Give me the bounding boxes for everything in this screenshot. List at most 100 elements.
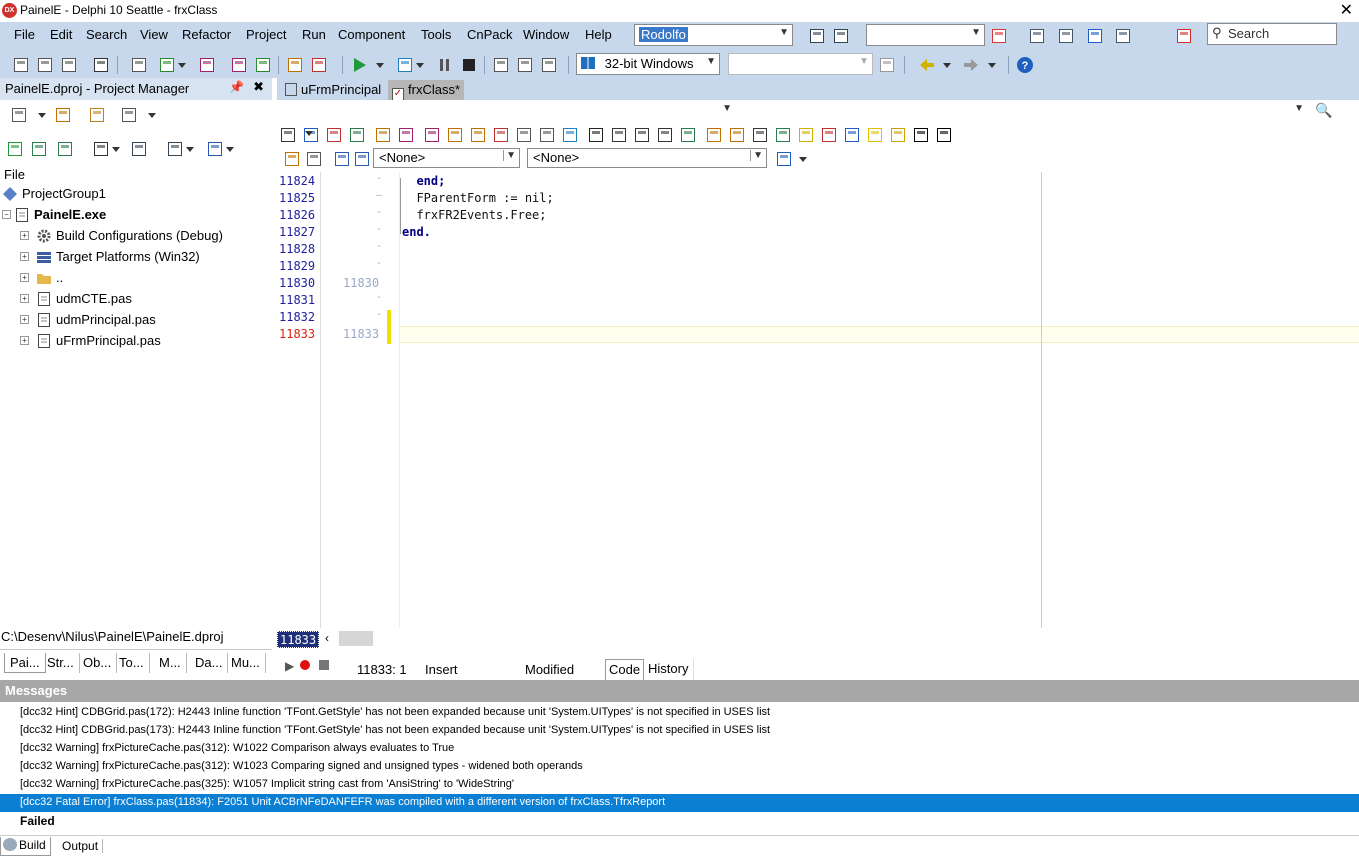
chevron-down-icon[interactable] (186, 140, 194, 158)
help-bubble-icon[interactable] (1086, 27, 1104, 45)
expand-toggle[interactable]: + (20, 315, 29, 324)
new-icon[interactable] (12, 56, 30, 74)
form-toolbar-combo[interactable]: ▼ (277, 102, 735, 120)
add-unit-icon[interactable] (158, 56, 176, 74)
tree-item[interactable]: + Target Platforms (Win32) (0, 247, 272, 268)
dx-icon[interactable] (1175, 27, 1193, 45)
run-without-debug-icon[interactable] (396, 56, 414, 74)
tab-build[interactable]: Build (0, 837, 51, 856)
save-all-icon[interactable] (60, 56, 78, 74)
expand-toggle[interactable]: + (20, 231, 29, 240)
reload-icon[interactable] (878, 56, 896, 74)
play-macro-icon[interactable]: ▶ (285, 659, 294, 673)
tab-frxclass[interactable]: ✓ frxClass* (388, 80, 465, 101)
menu-item-file[interactable]: File (14, 27, 35, 42)
left-tab[interactable]: Pai... (4, 653, 46, 673)
menu-item-edit[interactable]: Edit (50, 27, 72, 42)
menu-item-search[interactable]: Search (86, 27, 127, 42)
tab-code[interactable]: Code (605, 659, 645, 680)
new-form-icon[interactable] (130, 56, 148, 74)
chevron-down-icon[interactable] (178, 56, 186, 74)
new-report-icon[interactable] (397, 126, 415, 144)
tree-item[interactable]: + Build Configurations (Debug) (0, 226, 272, 247)
message-item[interactable]: [dcc32 Warning] frxPictureCache.pas(325)… (0, 776, 1359, 794)
mail-icon[interactable] (1028, 27, 1046, 45)
import-icon[interactable] (679, 126, 697, 144)
message-item[interactable]: [dcc32 Fatal Error] frxClass.pas(11834):… (0, 794, 1359, 812)
save-icon[interactable] (198, 56, 216, 74)
chevron-down-icon[interactable] (416, 56, 424, 74)
menu-item-component[interactable]: Component (338, 27, 405, 42)
open-project-icon[interactable] (92, 56, 110, 74)
align-center-icon[interactable] (633, 126, 651, 144)
chevron-down-icon[interactable] (799, 150, 807, 168)
stop-icon[interactable] (460, 56, 478, 74)
activate-icon[interactable] (166, 140, 184, 158)
menu-item-cnpack[interactable]: CnPack (467, 27, 513, 42)
implementation-combo[interactable]: <None> ▼ (527, 148, 767, 168)
tree-item[interactable]: + udmCTE.pas (0, 289, 272, 310)
implementation-toggle-icon[interactable] (353, 150, 371, 168)
navigation-combo[interactable]: ▼ (737, 102, 1307, 120)
platform-combo[interactable]: 32-bit Windows ▼ (576, 53, 720, 75)
expand-toggle[interactable]: + (20, 336, 29, 345)
expand-toggle[interactable]: + (20, 273, 29, 282)
intf-icon[interactable] (283, 150, 301, 168)
message-item[interactable]: [dcc32 Warning] frxPictureCache.pas(312)… (0, 740, 1359, 758)
filter-icon[interactable] (820, 126, 838, 144)
tab-output[interactable]: Output (58, 839, 104, 853)
tree-item[interactable]: + udmPrincipal.pas (0, 310, 272, 331)
dollar-icon[interactable] (774, 126, 792, 144)
impl-icon[interactable] (305, 150, 323, 168)
horizontal-scrollbar-thumb[interactable] (339, 631, 373, 646)
frame-icon[interactable] (325, 126, 343, 144)
chevron-down-icon[interactable] (226, 140, 234, 158)
left-tab[interactable]: To... (114, 653, 150, 673)
record-macro-icon[interactable] (300, 660, 310, 670)
user-combo[interactable]: Rodolfo ▼ (634, 24, 793, 46)
note-icon[interactable] (866, 126, 884, 144)
expand-toggle[interactable]: + (20, 294, 29, 303)
menu-item-project[interactable]: Project (246, 27, 286, 42)
preview-icon[interactable] (561, 126, 579, 144)
layout-combo[interactable]: ▼ (866, 24, 985, 46)
layers-icon[interactable] (279, 126, 297, 144)
expand-icon[interactable] (30, 140, 48, 158)
structure-icon[interactable] (775, 150, 793, 168)
run-icon[interactable] (350, 56, 368, 74)
search-input[interactable]: ⚲ Search (1207, 23, 1337, 45)
left-tab[interactable]: Mu... (226, 653, 266, 673)
left-tab[interactable]: Ob... (78, 653, 118, 673)
info-icon[interactable] (935, 126, 953, 144)
menu-item-window[interactable]: Window (523, 27, 569, 42)
magnifier-icon[interactable]: 🔍 (1315, 102, 1332, 119)
left-tab[interactable]: Da... (190, 653, 229, 673)
add-file-icon[interactable] (286, 56, 304, 74)
chat-icon[interactable] (1114, 27, 1132, 45)
save-project-icon[interactable] (254, 56, 272, 74)
brush-icon[interactable] (797, 126, 815, 144)
menu-item-run[interactable]: Run (302, 27, 326, 42)
remove-file-icon[interactable] (310, 56, 328, 74)
tree-item[interactable]: +.. (0, 268, 272, 289)
message-item[interactable]: [dcc32 Warning] frxPictureCache.pas(312)… (0, 758, 1359, 776)
gear-icon[interactable] (889, 126, 907, 144)
message-item[interactable]: [dcc32 Hint] CDBGrid.pas(172): H2443 Inl… (0, 704, 1359, 722)
chevron-down-icon[interactable] (148, 106, 156, 124)
menu-item-view[interactable]: View (140, 27, 168, 42)
compile-icon[interactable] (206, 140, 224, 158)
remove-table-icon[interactable] (492, 126, 510, 144)
chevron-down-icon[interactable] (988, 56, 996, 74)
run-to-cursor-icon[interactable] (540, 56, 558, 74)
forward-icon[interactable] (962, 56, 980, 74)
left-tab[interactable]: Str... (42, 653, 80, 673)
step-over-icon[interactable] (516, 56, 534, 74)
collapse-toggle[interactable]: − (2, 210, 11, 219)
menu-item-tools[interactable]: Tools (421, 27, 451, 42)
refresh-icon[interactable] (6, 140, 24, 158)
menu-item-refactor[interactable]: Refactor (182, 27, 231, 42)
align-right-icon[interactable] (656, 126, 674, 144)
add-table-icon[interactable] (469, 126, 487, 144)
expand-toggle[interactable]: + (20, 252, 29, 261)
variables-icon[interactable] (843, 126, 861, 144)
